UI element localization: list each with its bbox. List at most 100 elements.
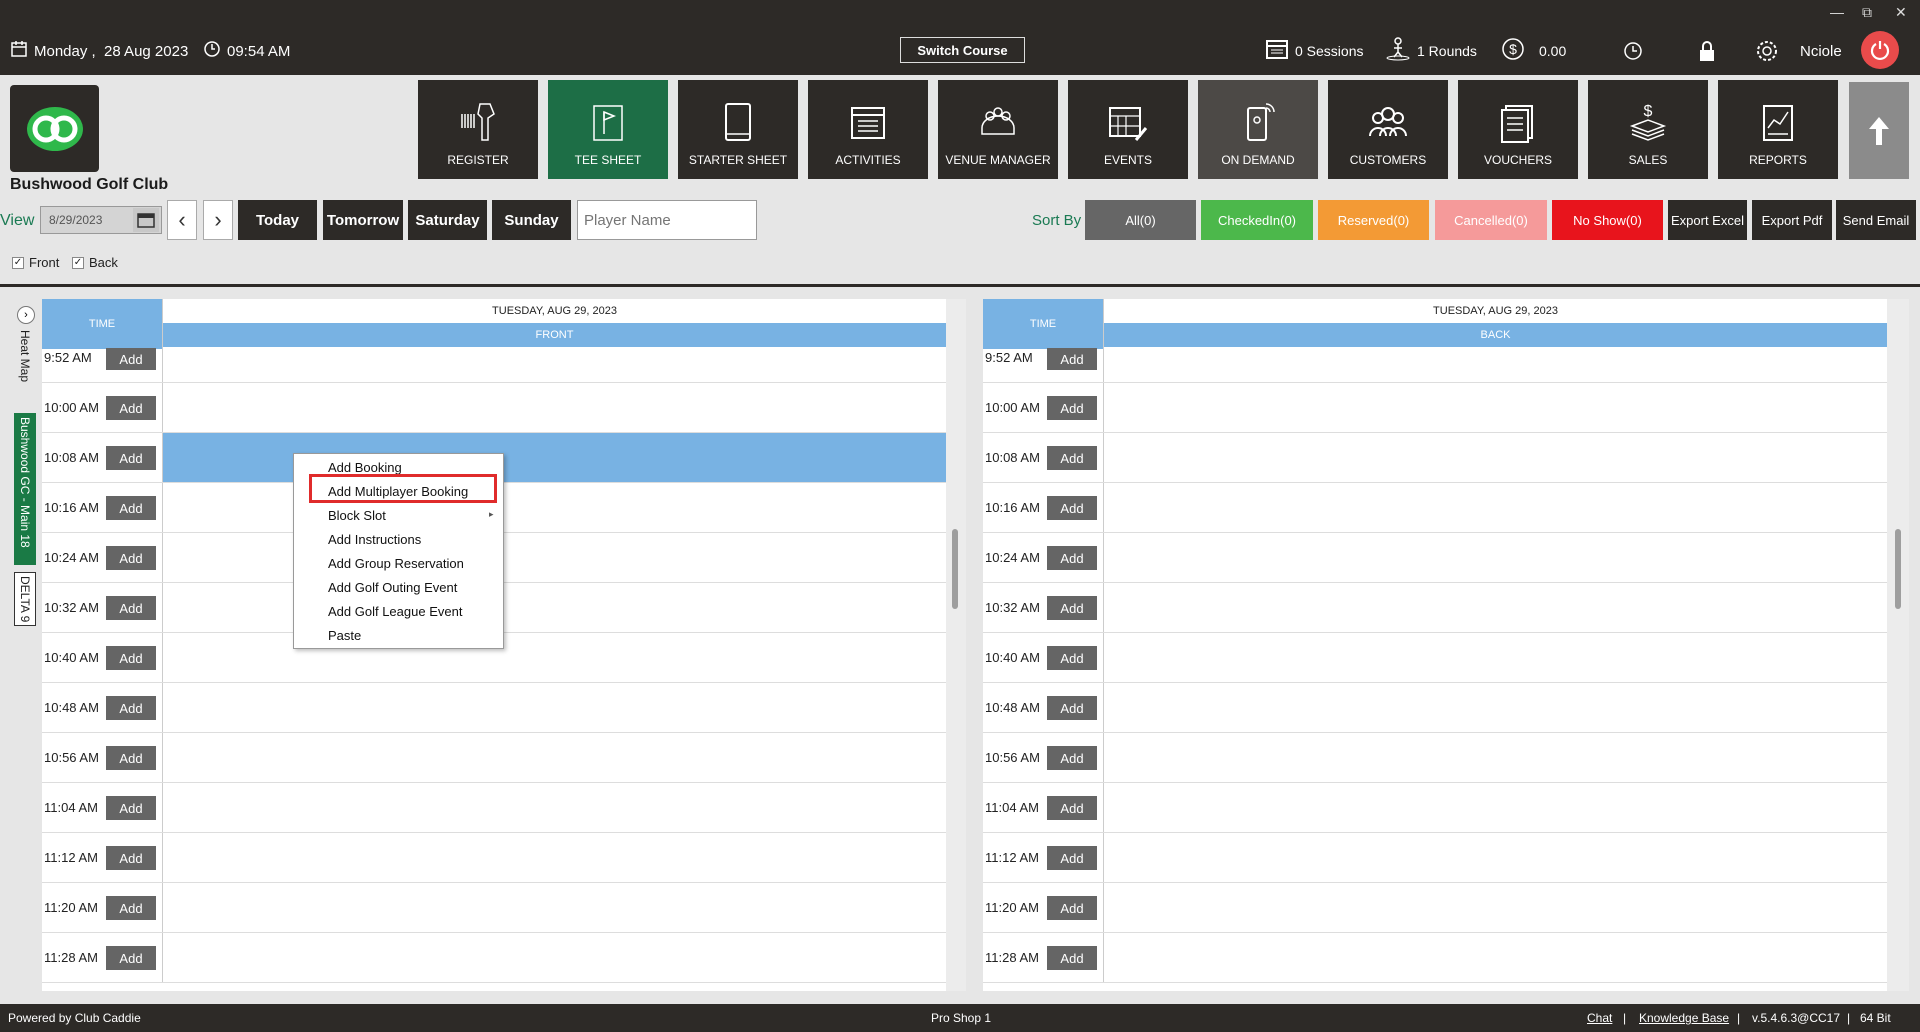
add-tee-time-button[interactable]: Add [106, 446, 156, 470]
add-tee-time-button[interactable]: Add [1047, 396, 1097, 420]
tee-time-slot[interactable] [1103, 783, 1887, 832]
tee-time-slot[interactable] [1103, 633, 1887, 682]
add-tee-time-button[interactable]: Add [1047, 846, 1097, 870]
course-tab-main-18[interactable]: Bushwood GC - Main 18 [14, 413, 36, 565]
nav-starter-sheet[interactable]: STARTER SHEET [678, 80, 798, 179]
menu-item-add-instructions[interactable]: Add Instructions [328, 532, 421, 547]
add-tee-time-button[interactable]: Add [1047, 596, 1097, 620]
add-tee-time-button[interactable]: Add [1047, 348, 1097, 370]
add-tee-time-button[interactable]: Add [106, 596, 156, 620]
add-tee-time-button[interactable]: Add [106, 496, 156, 520]
add-tee-time-button[interactable]: Add [1047, 496, 1097, 520]
front-scrollbar[interactable] [946, 299, 966, 991]
nav-events[interactable]: EVENTS [1068, 80, 1188, 179]
tee-time-slot[interactable] [1103, 347, 1887, 382]
add-tee-time-button[interactable]: Add [106, 796, 156, 820]
nav-on-demand[interactable]: ON DEMAND [1198, 80, 1318, 179]
nav-activities[interactable]: ACTIVITIES [808, 80, 928, 179]
chat-link[interactable]: Chat [1587, 1011, 1612, 1025]
back-checkbox[interactable]: ✓ Back [72, 255, 118, 270]
tee-time-slot[interactable] [1103, 483, 1887, 532]
add-tee-time-button[interactable]: Add [1047, 896, 1097, 920]
tee-time-slot[interactable] [162, 433, 946, 482]
menu-item-block-slot[interactable]: Block Slot [328, 508, 386, 523]
saturday-button[interactable]: Saturday [408, 200, 487, 240]
export-excel-button[interactable]: Export Excel [1668, 200, 1747, 240]
add-tee-time-button[interactable]: Add [1047, 946, 1097, 970]
nav-tee-sheet[interactable]: TEE SHEET [548, 80, 668, 179]
add-tee-time-button[interactable]: Add [106, 746, 156, 770]
add-tee-time-button[interactable]: Add [106, 546, 156, 570]
nav-register[interactable]: REGISTER [418, 80, 538, 179]
tee-time-slot[interactable] [1103, 583, 1887, 632]
back-scrollbar[interactable] [1887, 299, 1909, 991]
nav-venue-manager[interactable]: VENUE MANAGER [938, 80, 1058, 179]
tee-time-slot[interactable] [1103, 683, 1887, 732]
menu-item-add-golf-league-event[interactable]: Add Golf League Event [328, 604, 462, 619]
today-button[interactable]: Today [238, 200, 317, 240]
add-tee-time-button[interactable]: Add [106, 348, 156, 370]
calendar-picker-icon[interactable] [133, 208, 159, 232]
balance-display[interactable]: $ 0.00 [1501, 38, 1566, 64]
tee-time-slot[interactable] [162, 633, 946, 682]
history-clock-icon[interactable] [1623, 38, 1643, 64]
sort-all-button[interactable]: All(0) [1085, 200, 1196, 240]
tee-time-slot[interactable] [1103, 533, 1887, 582]
tomorrow-button[interactable]: Tomorrow [323, 200, 403, 240]
add-tee-time-button[interactable]: Add [1047, 446, 1097, 470]
power-icon[interactable] [1861, 31, 1899, 69]
tee-time-slot[interactable] [162, 383, 946, 432]
expand-heat-map-icon[interactable]: › [17, 306, 35, 324]
menu-item-add-booking[interactable]: Add Booking [328, 460, 402, 475]
course-tab-delta-9[interactable]: DELTA 9 [14, 572, 36, 626]
tee-time-slot[interactable] [162, 683, 946, 732]
menu-item-add-group-reservation[interactable]: Add Group Reservation [328, 556, 464, 571]
sort-noshow-button[interactable]: No Show(0) [1552, 200, 1663, 240]
add-tee-time-button[interactable]: Add [1047, 696, 1097, 720]
rounds-display[interactable]: 1 Rounds [1385, 37, 1477, 64]
tee-time-slot[interactable] [1103, 733, 1887, 782]
add-tee-time-button[interactable]: Add [106, 846, 156, 870]
tee-time-slot[interactable] [162, 933, 946, 982]
user-name[interactable]: Nciole [1800, 38, 1842, 64]
tee-time-slot[interactable] [162, 783, 946, 832]
sunday-button[interactable]: Sunday [492, 200, 571, 240]
tee-time-slot[interactable] [162, 533, 946, 582]
tee-time-slot[interactable] [1103, 933, 1887, 982]
front-checkbox[interactable]: ✓ Front [12, 255, 59, 270]
add-tee-time-button[interactable]: Add [1047, 796, 1097, 820]
settings-gear-icon[interactable] [1754, 38, 1780, 64]
add-tee-time-button[interactable]: Add [1047, 546, 1097, 570]
tee-time-slot[interactable] [162, 347, 946, 382]
knowledge-base-link[interactable]: Knowledge Base [1639, 1011, 1729, 1025]
tee-time-slot[interactable] [162, 833, 946, 882]
next-day-button[interactable]: › [203, 200, 233, 240]
switch-course-button[interactable]: Switch Course [900, 37, 1025, 63]
tee-time-slot[interactable] [162, 483, 946, 532]
sort-checkedin-button[interactable]: CheckedIn(0) [1201, 200, 1313, 240]
prev-day-button[interactable]: ‹ [167, 200, 197, 240]
tee-time-slot[interactable] [1103, 833, 1887, 882]
nav-customers[interactable]: CUSTOMERS [1328, 80, 1448, 179]
export-pdf-button[interactable]: Export Pdf [1752, 200, 1832, 240]
close-icon[interactable]: ✕ [1895, 4, 1907, 21]
tee-time-slot[interactable] [162, 583, 946, 632]
tee-time-slot[interactable] [1103, 383, 1887, 432]
minimize-icon[interactable]: — [1830, 4, 1844, 20]
sessions-display[interactable]: 0 Sessions [1265, 38, 1363, 64]
restore-icon[interactable]: ⧉ [1862, 4, 1872, 21]
add-tee-time-button[interactable]: Add [106, 946, 156, 970]
add-tee-time-button[interactable]: Add [106, 696, 156, 720]
front-scroll-thumb[interactable] [952, 529, 958, 609]
nav-sales[interactable]: $ SALES [1588, 80, 1708, 179]
tee-time-slot[interactable] [162, 883, 946, 932]
sort-cancelled-button[interactable]: Cancelled(0) [1435, 200, 1547, 240]
tee-time-slot[interactable] [1103, 883, 1887, 932]
tee-time-slot[interactable] [162, 733, 946, 782]
player-name-input[interactable] [577, 200, 757, 240]
tee-time-slot[interactable] [1103, 433, 1887, 482]
add-tee-time-button[interactable]: Add [1047, 646, 1097, 670]
add-tee-time-button[interactable]: Add [106, 896, 156, 920]
menu-item-paste[interactable]: Paste [328, 628, 361, 643]
nav-vouchers[interactable]: VOUCHERS [1458, 80, 1578, 179]
